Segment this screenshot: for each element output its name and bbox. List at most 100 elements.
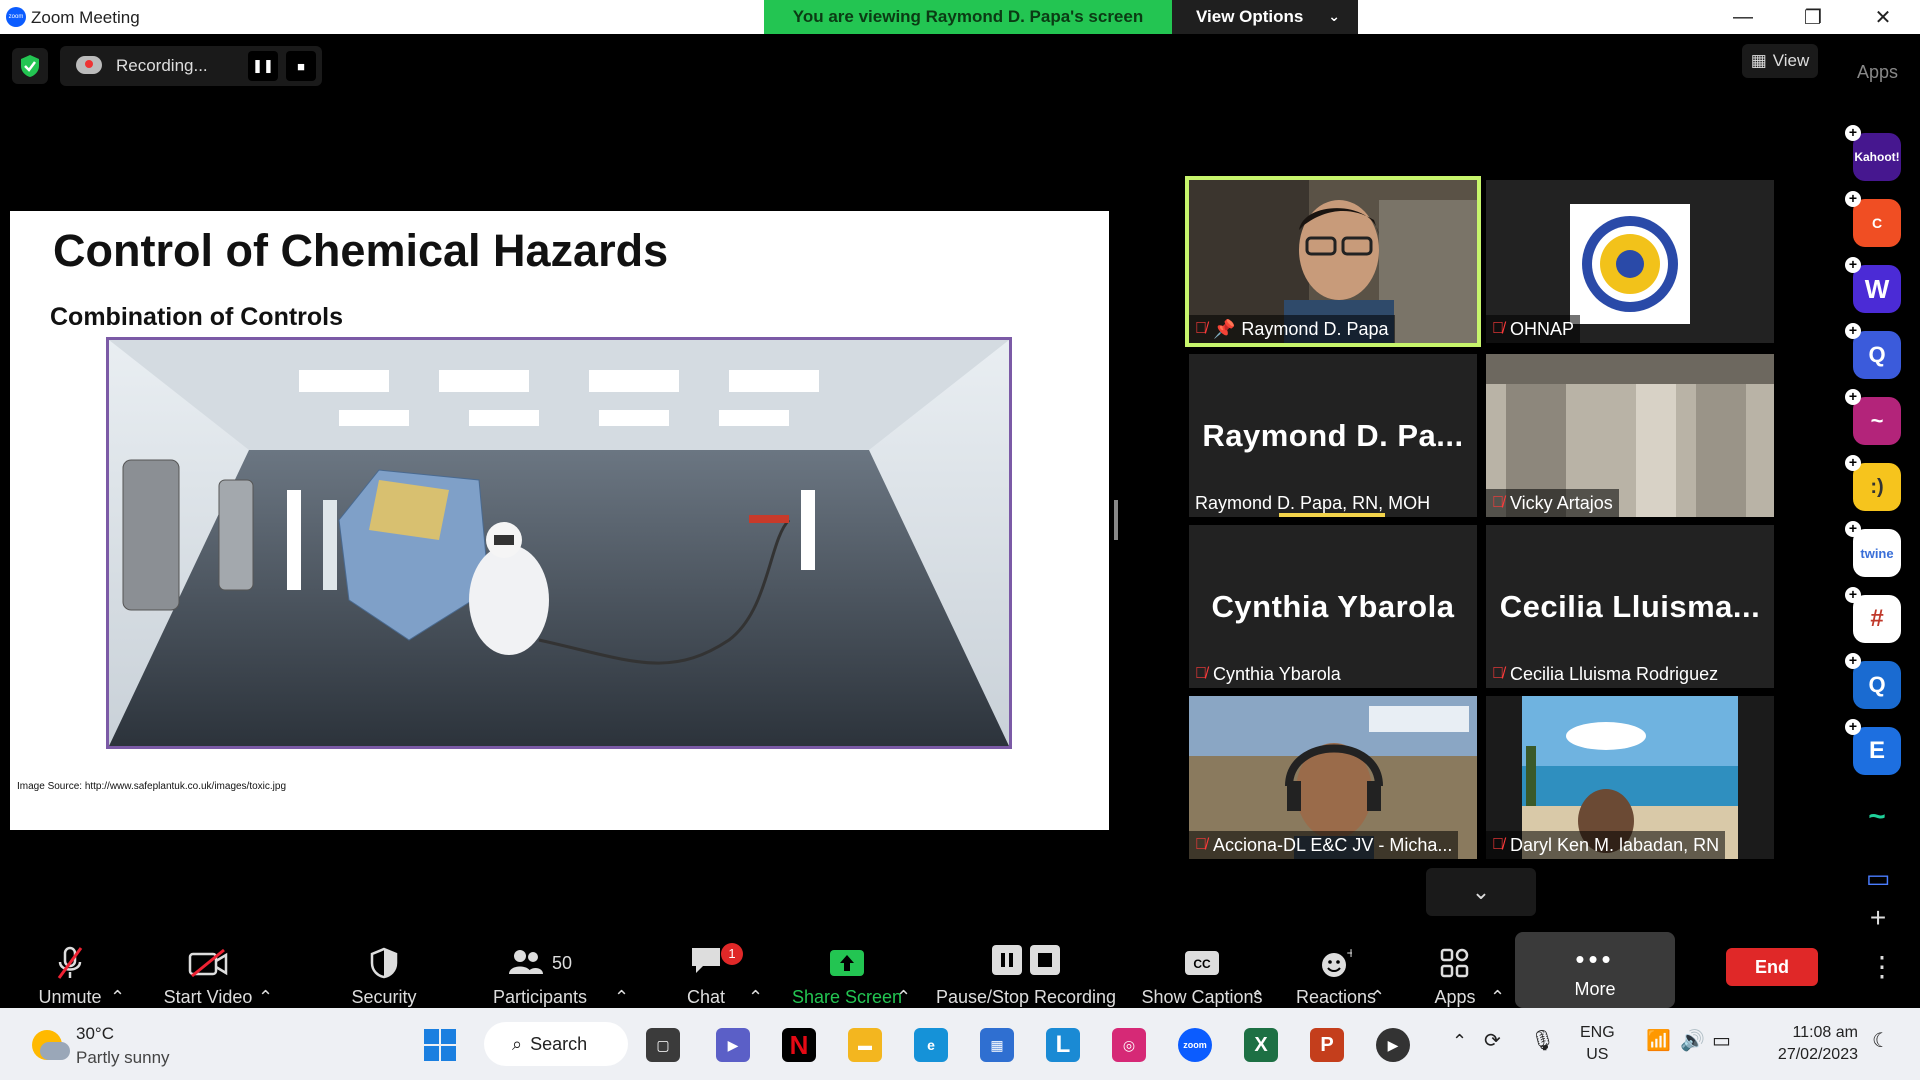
file-explorer-icon[interactable]: ▬ <box>848 1028 882 1062</box>
chevron-up-icon[interactable]: ⌃ <box>1452 1030 1467 1052</box>
participant-tile[interactable]: Cecilia Lluisma... 🎙̸ Cecilia Lluisma Rod… <box>1486 525 1774 688</box>
powerpoint-icon[interactable]: P <box>1310 1028 1344 1062</box>
microphone-icon[interactable]: 🎙 <box>1530 1030 1555 1052</box>
unmute-button[interactable]: Unmute <box>30 932 110 1008</box>
participant-name: Acciona-DL E&C JV - Micha... <box>1213 834 1453 855</box>
weather-condition[interactable]: Partly sunny <box>76 1048 170 1068</box>
notifications-moon-icon[interactable]: ☾ <box>1872 1030 1890 1052</box>
battery-icon[interactable]: ▭ <box>1712 1030 1731 1052</box>
stop-icon: ■ <box>297 58 305 74</box>
sidebar-app-kahoot[interactable]: + Kahoot! <box>1845 125 1901 181</box>
stop-icon <box>1029 944 1061 983</box>
app-label: :) <box>1870 475 1884 498</box>
view-button[interactable]: ▦ View <box>1742 44 1818 78</box>
end-label: End <box>1755 956 1789 977</box>
sidebar-app-hummingbird[interactable]: ~ <box>1853 793 1901 841</box>
chat-button[interactable]: 1 Chat <box>672 932 743 1008</box>
apps-panel-label: Apps <box>1857 62 1899 82</box>
participant-display-name: Raymond D. Pa... <box>1202 417 1464 453</box>
captions-options-caret[interactable]: ⌃ <box>1250 932 1265 1008</box>
stop-recording-button[interactable]: ■ <box>286 51 316 81</box>
window-title: Zoom Meeting <box>31 8 140 27</box>
sidebar-app-twine[interactable]: + twine <box>1845 521 1901 577</box>
instagram-icon[interactable]: ◎ <box>1112 1028 1146 1062</box>
microsoft-store-icon[interactable]: ▦ <box>980 1028 1014 1062</box>
add-icon: + <box>1845 455 1861 471</box>
participant-tile[interactable]: 🎙̸ OHNAP <box>1486 180 1774 343</box>
security-button[interactable]: Security <box>344 932 424 1008</box>
teams-chat-icon[interactable]: ▶ <box>716 1028 750 1062</box>
app-label: ~ <box>1870 408 1884 433</box>
media-player-icon[interactable]: ▶ <box>1376 1028 1410 1062</box>
minimize-icon[interactable]: — <box>1710 0 1776 34</box>
recording-label: Recording... <box>116 56 208 75</box>
participants-options-caret[interactable]: ⌃ <box>614 932 629 1008</box>
zoom-taskbar-icon[interactable]: zoom <box>1178 1028 1212 1062</box>
sidebar-app-2[interactable]: + C <box>1845 191 1901 247</box>
pause-icon: ❚❚ <box>252 58 274 73</box>
share-screen-button[interactable]: Share Screen <box>790 932 904 1008</box>
l-app-icon[interactable]: L <box>1046 1028 1080 1062</box>
kebab-menu-icon[interactable]: ⋮ <box>1868 950 1896 983</box>
mic-off-icon: 🎙̸ <box>1195 665 1207 682</box>
sidebar-app-9[interactable]: + Q <box>1845 653 1901 709</box>
task-view-icon[interactable]: ▢ <box>646 1028 680 1062</box>
add-icon: + <box>1845 653 1861 669</box>
taskbar-search-box[interactable]: ⌕ Search <box>484 1022 628 1066</box>
participant-tile[interactable]: Cynthia Ybarola 🎙̸ Cynthia Ybarola <box>1189 525 1477 688</box>
sidebar-app-8[interactable]: + # <box>1845 587 1901 643</box>
pause-stop-recording-button[interactable]: Pause/Stop Recording <box>930 932 1122 1008</box>
show-captions-label: Show Captions <box>1141 987 1263 1007</box>
chat-bubble-icon <box>689 945 723 982</box>
participant-tile[interactable]: 🎙̸ 📌 Raymond D. Papa <box>1185 176 1481 347</box>
slide-title: Control of Chemical Hazards <box>53 225 669 276</box>
participant-name: Raymond D. Papa <box>1241 318 1389 339</box>
weather-temperature[interactable]: 30°C <box>76 1024 114 1044</box>
show-captions-button[interactable]: CC Show Captions <box>1138 932 1266 1008</box>
participant-tile[interactable]: 🎙̸ Acciona-DL E&C JV - Micha... <box>1189 696 1477 859</box>
excel-icon[interactable]: X <box>1244 1028 1278 1062</box>
apps-options-caret[interactable]: ⌃ <box>1490 932 1505 1008</box>
sidebar-app-6[interactable]: +:) <box>1845 455 1901 511</box>
participants-button[interactable]: 50 Participants <box>488 932 592 1008</box>
participant-tile[interactable]: Raymond D. Pa... Raymond D. Papa, RN, MO… <box>1189 354 1477 517</box>
add-app-icon[interactable]: + <box>1860 900 1896 936</box>
clock-date: 27/02/2023 <box>1777 1046 1858 1063</box>
pause-recording-button[interactable]: ❚❚ <box>248 51 278 81</box>
close-icon[interactable]: ✕ <box>1850 0 1916 34</box>
netflix-icon[interactable]: N <box>782 1028 816 1062</box>
participant-tile[interactable]: 🎙̸ Daryl Ken M. labadan, RN <box>1486 696 1774 859</box>
captions-icon: CC <box>1184 945 1220 981</box>
language-indicator[interactable]: ENG US <box>1580 1022 1615 1066</box>
reactions-label: Reactions <box>1295 987 1377 1007</box>
security-shield-icon[interactable] <box>12 48 48 84</box>
reactions-options-caret[interactable]: ⌃ <box>1370 932 1385 1008</box>
end-meeting-button[interactable]: End <box>1726 948 1818 986</box>
sync-icon[interactable]: ⟳ <box>1484 1030 1501 1052</box>
wifi-icon[interactable]: 📶 <box>1646 1030 1671 1052</box>
restore-icon[interactable]: ❐ <box>1780 0 1846 34</box>
add-icon: + <box>1845 587 1861 603</box>
sidebar-app-10[interactable]: + E <box>1845 719 1901 775</box>
sidebar-app-5[interactable]: + ~ <box>1845 389 1901 445</box>
chat-options-caret[interactable]: ⌃ <box>748 932 763 1008</box>
sidebar-app-3[interactable]: + W <box>1845 257 1901 313</box>
app-label: # <box>1870 605 1884 632</box>
screen-share-app-icon[interactable]: ▭ <box>1860 860 1896 896</box>
video-options-caret[interactable]: ⌃ <box>258 932 273 1008</box>
participants-count: 50 <box>551 952 573 973</box>
splitter-handle[interactable] <box>1114 500 1118 540</box>
clock[interactable]: 11:08 am 27/02/2023 <box>1758 1022 1858 1066</box>
share-options-caret[interactable]: ⌃ <box>896 932 911 1008</box>
view-options-button[interactable]: View Options ⌄ <box>1172 0 1358 34</box>
sidebar-app-4[interactable]: + Q <box>1845 323 1901 379</box>
gallery-next-page-button[interactable]: ⌄ <box>1426 868 1536 916</box>
participant-tile[interactable]: 🎙̸ Vicky Artajos <box>1486 354 1774 517</box>
windows-start-icon[interactable] <box>424 1029 456 1061</box>
start-video-button[interactable]: Start Video <box>156 932 260 1008</box>
audio-options-caret[interactable]: ⌃ <box>110 932 125 1008</box>
volume-icon[interactable]: 🔊 <box>1680 1030 1705 1052</box>
apps-button[interactable]: Apps <box>1420 932 1490 1008</box>
edge-icon[interactable]: e <box>914 1028 948 1062</box>
more-button[interactable]: ••• More <box>1515 932 1675 1008</box>
